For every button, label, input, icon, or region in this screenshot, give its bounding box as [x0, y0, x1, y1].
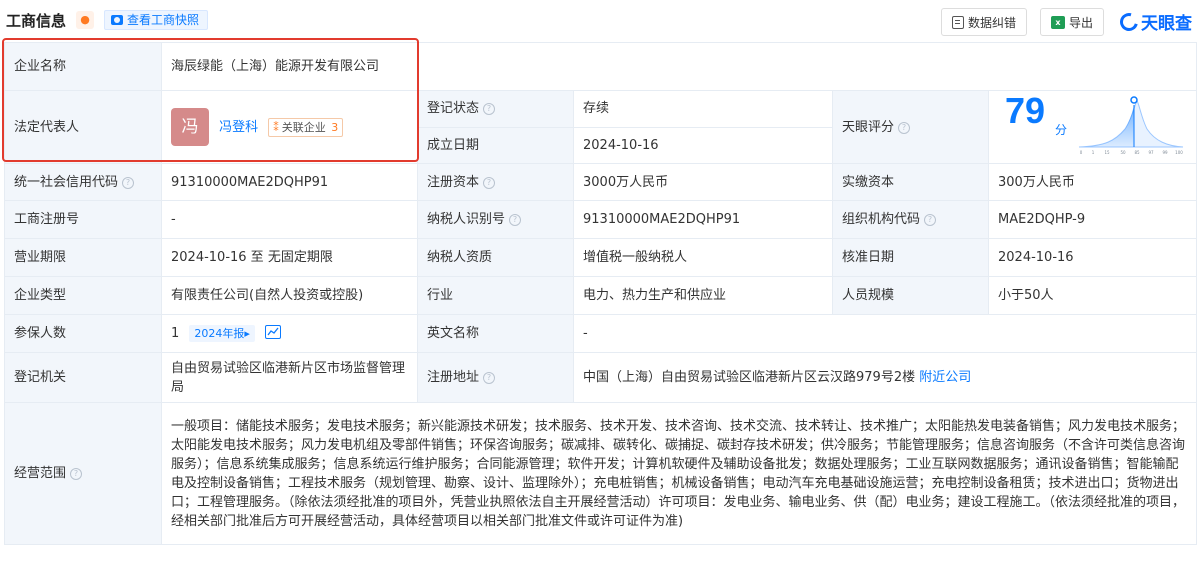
value-biz-term: 2024-10-16 至 无固定期限: [161, 238, 418, 277]
label-org-code: 组织机构代码?: [832, 200, 989, 239]
data-correction-button[interactable]: 数据纠错: [941, 8, 1028, 36]
bell-icon[interactable]: ●: [76, 11, 94, 29]
question-icon[interactable]: ?: [898, 121, 911, 134]
label-reg-status-text: 登记状态: [427, 101, 480, 117]
label-approval-date: 核准日期: [832, 238, 989, 277]
value-biz-reg-no: -: [161, 200, 418, 239]
score-tick-label: 97: [1148, 150, 1154, 155]
value-reg-address: 中国（上海）自由贸易试验区临港新片区云汉路979号2楼 附近公司: [572, 352, 1198, 403]
value-reg-authority: 自由贸易试验区临港新片区市场监督管理局: [161, 352, 418, 403]
reg-address-text: 中国（上海）自由贸易试验区临港新片区云汉路979号2楼: [583, 370, 916, 385]
label-taxpayer-id-text: 纳税人识别号: [427, 212, 506, 227]
insured-count-number: 1: [171, 326, 180, 341]
value-org-code: MAE2DQHP-9: [987, 200, 1198, 239]
trend-icon[interactable]: [265, 325, 282, 339]
table-row: 登记机关 自由贸易试验区临港新片区市场监督管理局 注册地址? 中国（上海）自由贸…: [4, 352, 1198, 403]
data-correction-label: 数据纠错: [968, 15, 1017, 30]
value-taxpayer-type: 增值税一般纳税人: [573, 238, 833, 277]
camera-icon: [111, 15, 123, 25]
label-reg-status: 登记状态?: [417, 90, 574, 128]
value-reg-capital: 3000万人民币: [573, 163, 833, 201]
label-paid-capital: 实缴资本: [832, 163, 989, 201]
table-row: 企业类型 有限责任公司(自然人投资或控股) 行业 电力、热力生产和供应业 人员规…: [4, 276, 1198, 315]
table-row: 工商注册号 - 纳税人识别号? 91310000MAE2DQHP91 组织机构代…: [4, 200, 1198, 239]
label-tianyan-score: 天眼评分?: [832, 90, 989, 164]
value-staff-size: 小于50人: [987, 276, 1198, 315]
question-icon[interactable]: ?: [122, 176, 135, 189]
label-taxpayer-type: 纳税人资质: [417, 238, 574, 277]
table-row: 营业期限 2024-10-16 至 无固定期限 纳税人资质 增值税一般纳税人 核…: [4, 238, 1198, 277]
value-tianyan-score[interactable]: 79 分 0 1 15 50 85 97 99 100: [987, 90, 1198, 164]
score-tick-label: 85: [1134, 150, 1140, 155]
score-tick-label: 15: [1104, 150, 1110, 155]
label-staff-size: 人员规模: [832, 276, 989, 315]
score-number: 79: [1005, 90, 1046, 131]
value-paid-capital: 300万人民币: [987, 163, 1198, 201]
label-biz-scope-text: 经营范围: [14, 466, 67, 481]
label-company-type: 企业类型: [4, 276, 162, 315]
question-icon[interactable]: ?: [483, 103, 496, 116]
annual-report-tag[interactable]: 2024年报▸: [189, 325, 255, 342]
label-taxpayer-id: 纳税人识别号?: [417, 200, 574, 239]
question-icon[interactable]: ?: [509, 214, 522, 226]
value-company-type: 有限责任公司(自然人投资或控股): [161, 276, 418, 315]
value-taxpayer-id: 91310000MAE2DQHP91: [573, 200, 833, 239]
section-title: 工商信息: [6, 12, 67, 30]
label-biz-term: 营业期限: [4, 238, 162, 277]
view-snapshot-button[interactable]: 查看工商快照: [104, 10, 209, 30]
question-icon[interactable]: ?: [483, 176, 496, 189]
label-insured-count: 参保人数: [4, 314, 162, 353]
label-reg-capital: 注册资本?: [417, 163, 574, 201]
score-tick-label: 100: [1175, 150, 1183, 155]
label-reg-authority: 登记机关: [4, 352, 162, 403]
label-industry: 行业: [417, 276, 574, 315]
highlight-box: [2, 38, 419, 162]
score-distribution-chart: 0 1 15 50 85 97 99 100: [1078, 96, 1183, 155]
brand-logo[interactable]: 天眼查: [1116, 9, 1192, 34]
brand-name: 天眼查: [1141, 14, 1192, 34]
brand-logo-icon: [1116, 9, 1142, 34]
value-english-name: -: [572, 314, 1198, 353]
label-org-code-text: 组织机构代码: [842, 212, 921, 227]
annual-report-label: 2024年报: [194, 327, 245, 340]
label-english-name: 英文名称: [417, 314, 574, 353]
value-biz-scope: 一般项目：储能技术服务；发电技术服务；新兴能源技术研发；技术服务、技术开发、技术…: [160, 402, 1198, 545]
table-row: 统一社会信用代码? 91310000MAE2DQHP91 注册资本? 3000万…: [4, 163, 1198, 201]
document-icon: [952, 15, 964, 29]
export-button[interactable]: x 导出: [1040, 8, 1105, 36]
table-row: 参保人数 1 2024年报▸ 英文名称 -: [4, 314, 1198, 353]
value-reg-status: 存续: [573, 90, 833, 128]
label-reg-address-text: 注册地址: [427, 370, 480, 385]
excel-icon: x: [1051, 15, 1065, 29]
label-founded: 成立日期: [417, 126, 574, 164]
value-industry: 电力、热力生产和供应业: [573, 276, 833, 315]
value-credit-code: 91310000MAE2DQHP91: [161, 163, 418, 201]
label-biz-reg-no: 工商注册号: [4, 200, 162, 239]
value-founded: 2024-10-16: [573, 126, 833, 164]
value-insured-count: 1 2024年报▸: [161, 314, 418, 353]
table-row: 经营范围? 一般项目：储能技术服务；发电技术服务；新兴能源技术研发；技术服务、技…: [4, 402, 1198, 545]
toolbar: 工商信息 ● 查看工商快照 数据纠错 x 导出 天眼查: [0, 0, 1200, 40]
score-unit: 分: [1055, 123, 1068, 137]
question-icon[interactable]: ?: [483, 372, 496, 384]
question-icon[interactable]: ?: [924, 214, 937, 226]
score-tick-label: 99: [1162, 150, 1168, 155]
score-tick-label: 0: [1080, 150, 1083, 155]
label-credit-code-text: 统一社会信用代码: [14, 174, 119, 190]
export-label: 导出: [1069, 15, 1094, 30]
label-tianyan-score-text: 天眼评分: [842, 119, 895, 135]
value-approval-date: 2024-10-16: [987, 238, 1198, 277]
score-tick-label: 1: [1092, 150, 1095, 155]
score-tick-label: 50: [1120, 150, 1126, 155]
label-reg-capital-text: 注册资本: [427, 174, 480, 190]
view-snapshot-label: 查看工商快照: [127, 13, 200, 27]
question-icon[interactable]: ?: [70, 468, 83, 480]
label-biz-scope: 经营范围?: [4, 402, 162, 545]
nearby-companies-link[interactable]: 附近公司: [919, 370, 971, 385]
label-reg-address: 注册地址?: [417, 352, 574, 403]
label-credit-code: 统一社会信用代码?: [4, 163, 162, 201]
